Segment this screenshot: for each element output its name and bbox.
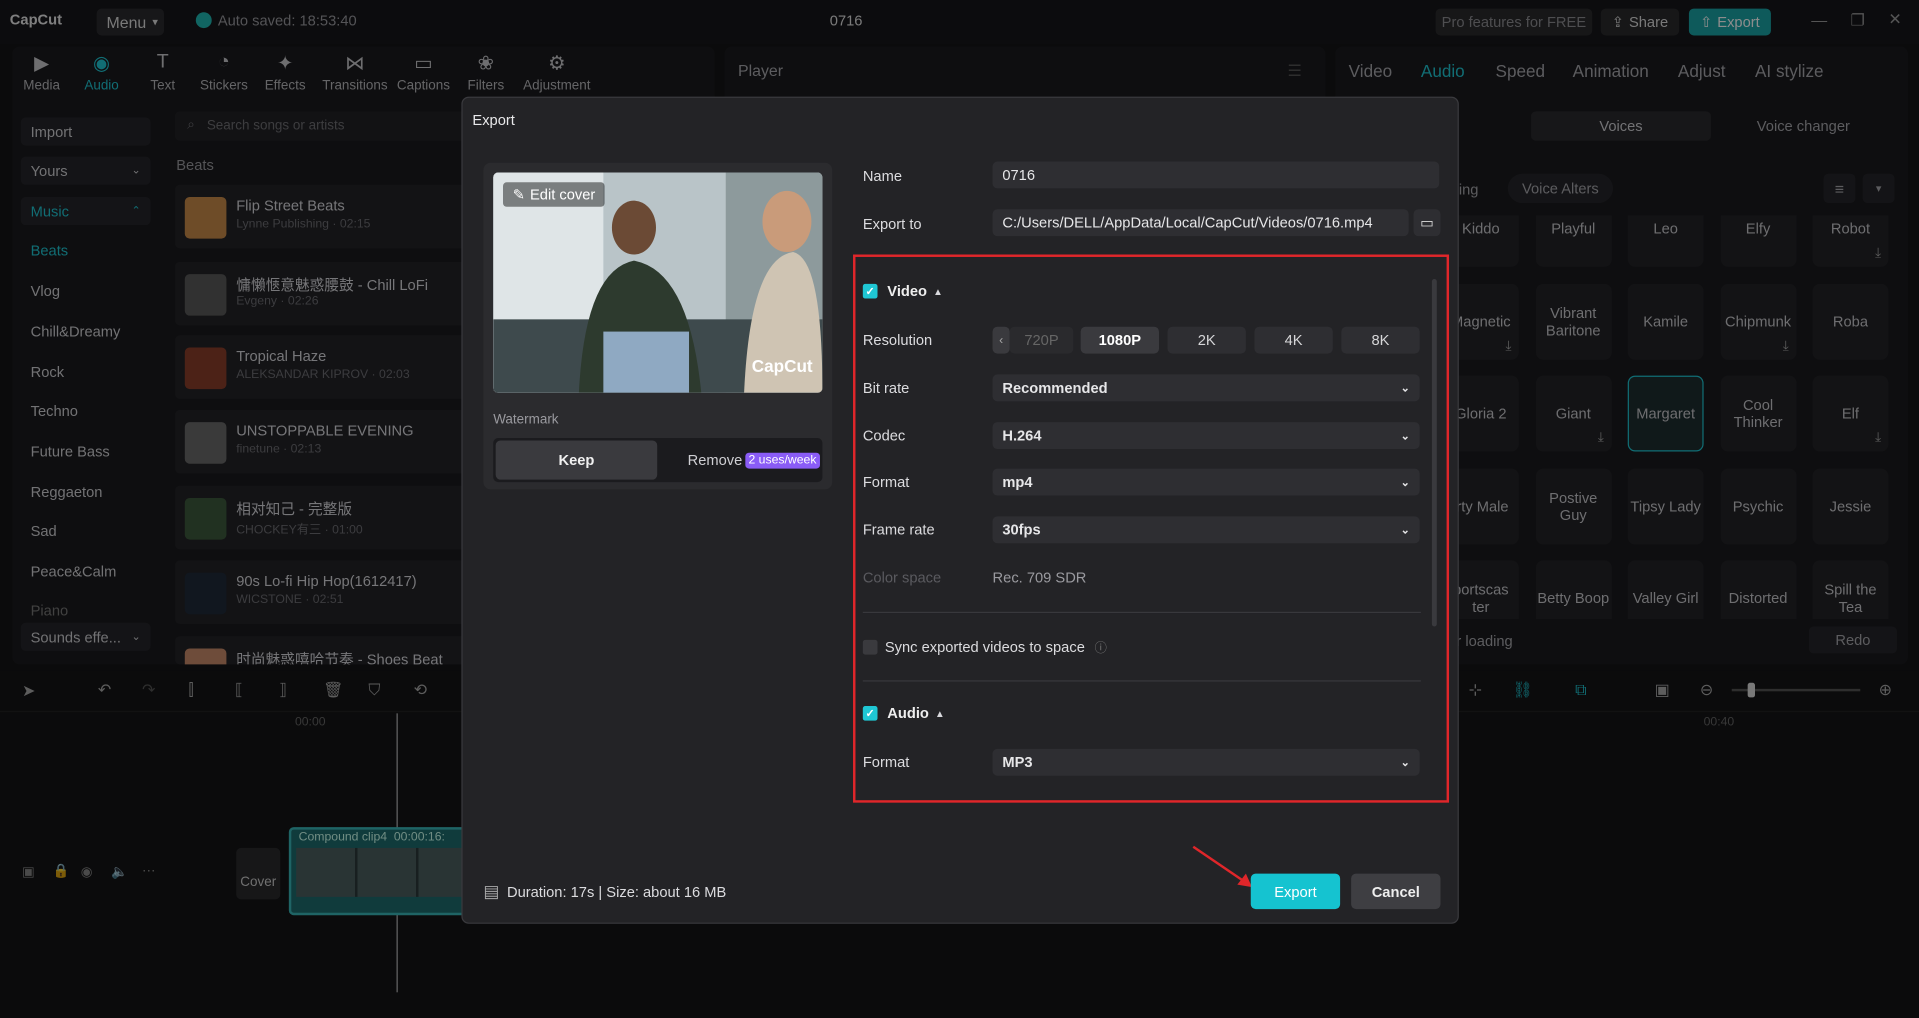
pencil-icon: ✎ [512,185,526,204]
codec-value: H.264 [1002,427,1042,445]
film-icon: ▤ [483,880,500,901]
remove-label: Remove [687,451,743,469]
keep-button[interactable]: Keep [495,440,658,480]
bitrate-label: Bit rate [862,379,910,397]
capcut-watermark: CapCut [751,356,813,376]
chevron-down-icon: ⌄ [1400,523,1410,536]
chevron-left-icon[interactable]: ‹ [992,326,1010,354]
audio-label: Audio [887,704,929,722]
dialog-title: Export [472,111,515,129]
video-checkbox[interactable]: ✓ [862,283,878,299]
resolution-4k[interactable]: 4K [1254,326,1333,354]
cancel-button[interactable]: Cancel [1351,873,1441,910]
chevron-down-icon: ⌄ [1400,428,1410,442]
format-label: Format [862,473,910,491]
codec-label: Codec [862,427,906,445]
watermark-label: Watermark [493,412,559,428]
format-value: mp4 [1002,473,1033,491]
export-button[interactable]: Export [1250,873,1341,910]
duration-text: Duration: 17s | Size: about 16 MB [506,882,727,900]
resolution-label: Resolution [862,331,933,349]
divider [862,680,1421,682]
sync-label: Sync exported videos to space [884,638,1085,656]
export-dialog: Export ✎ Edit cover CapCut Watermark Keep… [461,96,1459,924]
chevron-up-icon: ▲ [933,285,943,297]
bitrate-value: Recommended [1002,379,1108,397]
folder-icon[interactable]: ▭ [1413,209,1441,237]
sync-toggle[interactable]: Sync exported videos to space ⓘ [862,637,1107,656]
chevron-down-icon: ⌄ [1400,755,1410,768]
export-to-label: Export to [862,215,922,233]
audio-section-toggle[interactable]: ✓ Audio ▲ [862,704,945,722]
sync-checkbox[interactable] [862,639,878,654]
resolution-1080p[interactable]: 1080P [1080,326,1159,354]
edit-cover-label: Edit cover [530,185,596,204]
chevron-up-icon: ▲ [935,707,945,719]
chevron-down-icon: ⌄ [1400,381,1410,394]
video-label: Video [887,282,928,300]
divider [862,611,1421,614]
format-select[interactable]: mp4 ⌄ [992,468,1420,496]
name-label: Name [862,167,902,185]
cover-preview[interactable]: ✎ Edit cover CapCut [493,172,823,393]
video-section-toggle[interactable]: ✓ Video ▲ [862,282,943,300]
chevron-down-icon: ⌄ [1400,475,1410,488]
resolution-2k[interactable]: 2K [1167,326,1246,354]
bitrate-select[interactable]: Recommended ⌄ [992,374,1420,402]
colorspace-label: Color space [862,568,942,587]
name-input[interactable]: 0716 [992,161,1440,189]
settings-scrollbar[interactable] [1431,278,1437,627]
framerate-label: Frame rate [862,521,935,539]
framerate-value: 30fps [1002,521,1041,539]
duration-info: ▤ Duration: 17s | Size: about 16 MB [483,881,726,902]
codec-select[interactable]: H.264 ⌄ [992,422,1420,450]
colorspace-value: Rec. 709 SDR [992,568,1087,587]
help-icon[interactable]: ⓘ [1095,637,1107,655]
audio-format-select[interactable]: MP3 ⌄ [992,748,1420,776]
uses-badge: 2 uses/week [744,452,821,469]
audio-checkbox[interactable]: ✓ [862,705,878,721]
export-path-input[interactable]: C:/Users/DELL/AppData/Local/CapCut/Video… [992,209,1409,237]
edit-cover-button[interactable]: ✎ Edit cover [503,182,606,207]
framerate-select[interactable]: 30fps ⌄ [992,516,1420,544]
audio-format-value: MP3 [1002,753,1033,771]
resolution-720p[interactable]: 720P [1009,326,1074,354]
audio-format-label: Format [862,753,910,771]
resolution-8k[interactable]: 8K [1341,326,1420,354]
remove-button[interactable]: Remove 2 uses/week [661,440,847,479]
